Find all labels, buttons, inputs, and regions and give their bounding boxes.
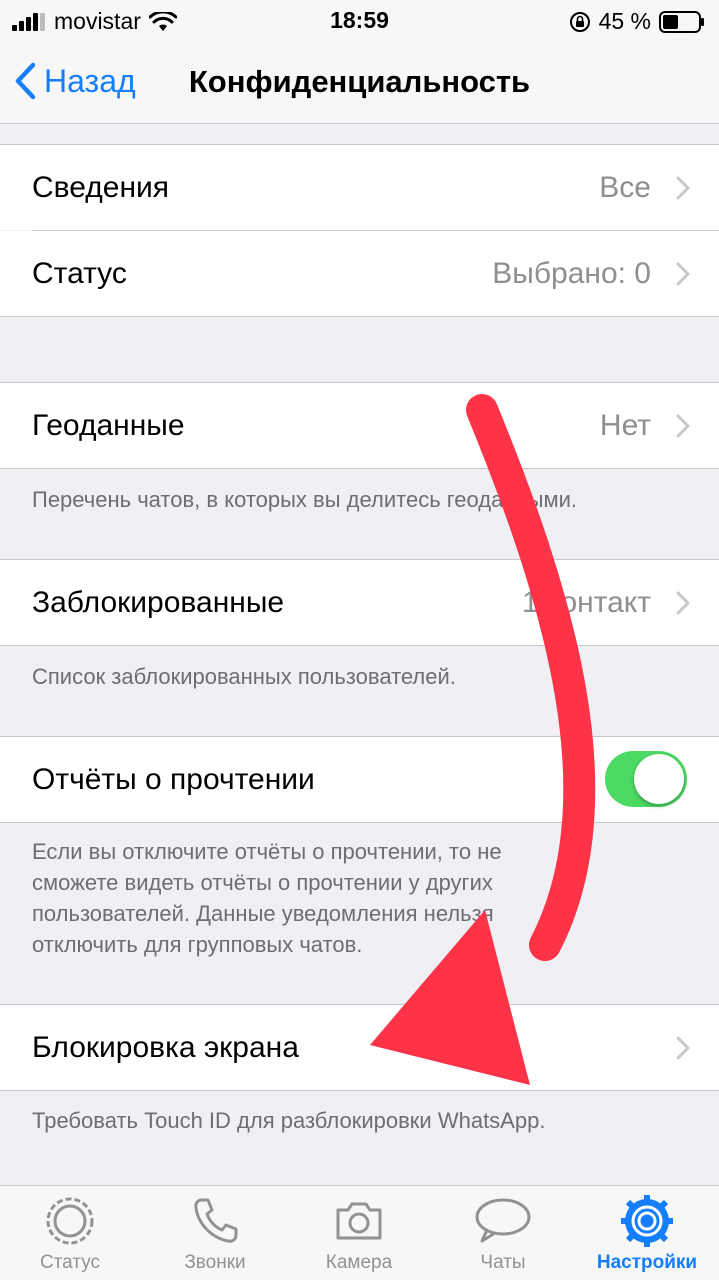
rotation-lock-icon — [569, 11, 590, 32]
footer-line: сможете видеть отчёты о прочтении у друг… — [32, 870, 493, 895]
row-status-label: Статус — [32, 257, 127, 290]
group-bottom-divider — [0, 316, 719, 317]
toggle-knob — [634, 754, 684, 804]
row-location-label: Геоданные — [32, 409, 185, 442]
footer-line: пользователей. Данные уведомления нельзя — [32, 901, 494, 926]
row-status[interactable]: Статус Выбрано: 0 — [0, 231, 719, 316]
tab-calls-label: Звонки — [184, 1252, 246, 1273]
group-bottom-divider — [0, 822, 719, 823]
row-info[interactable]: Сведения Все — [0, 145, 719, 230]
chevron-right-icon — [676, 262, 690, 286]
phone-icon — [194, 1198, 238, 1243]
group-bottom-divider — [0, 1090, 719, 1091]
camera-icon — [336, 1202, 382, 1240]
row-read-receipts-label: Отчёты о прочтении — [32, 763, 315, 796]
blocked-footer: Список заблокированных пользователей. — [32, 664, 456, 689]
footer-line: отключить для групповых чатов. — [32, 932, 363, 957]
tab-settings[interactable]: Настройки — [577, 1194, 717, 1274]
row-blocked-value: 1 контакт — [521, 586, 651, 619]
read-receipts-footer: Если вы отключите отчёты о прочтении, то… — [32, 836, 692, 960]
navigation-bar: Назад Конфиденциальность — [0, 40, 719, 124]
tab-status-label: Статус — [39, 1252, 101, 1273]
row-screen-lock-label: Блокировка экрана — [32, 1031, 299, 1064]
row-read-receipts: Отчёты о прочтении — [0, 737, 719, 822]
status-right: 45 % — [569, 8, 705, 35]
chevron-right-icon — [676, 414, 690, 438]
tab-chats-label: Чаты — [480, 1252, 526, 1273]
tab-settings-label: Настройки — [596, 1252, 698, 1273]
battery-icon — [659, 10, 704, 33]
status-bar: movistar 18:59 45 % — [0, 0, 719, 40]
row-info-label: Сведения — [32, 171, 170, 204]
tab-calls[interactable]: Звонки — [145, 1194, 285, 1274]
row-blocked[interactable]: Заблокированные 1 контакт — [0, 560, 719, 645]
chevron-right-icon — [676, 1036, 690, 1060]
tab-chats[interactable]: Чаты — [433, 1194, 573, 1274]
status-icon — [46, 1197, 94, 1245]
tab-status[interactable]: Статус — [0, 1194, 140, 1274]
tab-bar: Статус Звонки Камера Чаты Настройки — [0, 1185, 719, 1280]
footer-line: Если вы отключите отчёты о прочтении, то… — [32, 839, 502, 864]
location-footer: Перечень чатов, в которых вы делитесь ге… — [32, 487, 578, 512]
tab-camera[interactable]: Камера — [289, 1194, 429, 1274]
row-location-value: Нет — [599, 409, 651, 442]
row-screen-lock[interactable]: Блокировка экрана — [0, 1005, 719, 1090]
read-receipts-toggle[interactable] — [605, 751, 687, 807]
chevron-right-icon — [676, 591, 690, 615]
page-title: Конфиденциальность — [188, 64, 531, 99]
screen-lock-footer: Требовать Touch ID для разблокировки Wha… — [32, 1108, 546, 1133]
chevron-right-icon — [676, 176, 690, 200]
tab-camera-label: Камера — [325, 1252, 393, 1273]
battery-percent: 45 % — [598, 8, 651, 34]
group-bottom-divider — [0, 645, 719, 646]
row-blocked-label: Заблокированные — [32, 586, 285, 619]
settings-icon — [621, 1195, 673, 1247]
row-info-value: Все — [599, 171, 651, 204]
row-location[interactable]: Геоданные Нет — [0, 383, 719, 468]
chats-icon — [475, 1198, 531, 1243]
group-bottom-divider — [0, 468, 719, 469]
row-status-value: Выбрано: 0 — [492, 257, 651, 290]
